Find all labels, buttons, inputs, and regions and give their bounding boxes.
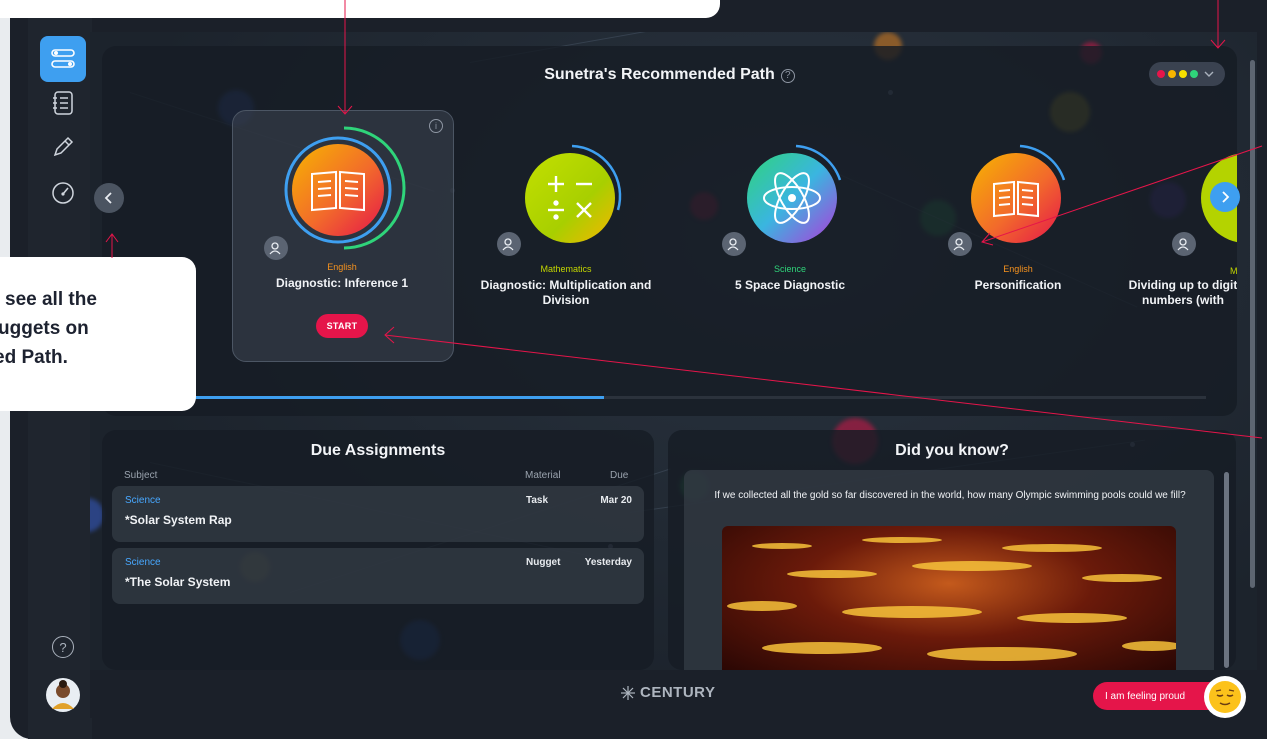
annotation-arrows: [105, 0, 1263, 439]
